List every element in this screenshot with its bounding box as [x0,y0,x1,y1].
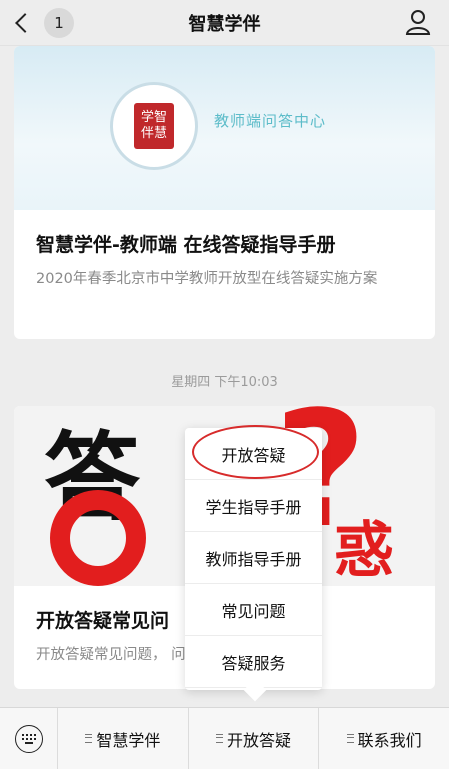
menu-label: 智慧学伴 [96,730,161,750]
menu-contact-us[interactable]: 联系我们 [319,708,449,769]
article-card-teacher-guide[interactable]: 学智伴慧 教师端问答中心 智慧学伴-教师端 在线答疑指导手册 2020年春季北京… [14,46,435,339]
cover-red-ring [50,490,146,586]
message-timestamp: 星期四 下午10:03 [171,375,278,390]
menu-lines-icon [216,734,223,743]
submenu-item-student-guide[interactable]: 学生指导手册 [185,480,322,532]
article-summary: 2020年春季北京市中学教师开放型在线答疑实施方案 [36,271,378,287]
page-title: 智慧学伴 [188,13,261,35]
back-button[interactable]: 1 [10,8,74,38]
bottom-menu-bar: 智慧学伴 开放答疑 联系我们 [0,707,449,769]
user-profile-icon[interactable] [405,9,431,35]
seal-logo: 学智伴慧 [134,103,174,149]
article-cover-image: 学智伴慧 教师端问答中心 [14,46,435,210]
unread-count-badge: 1 [44,8,74,38]
chevron-left-icon [15,13,35,33]
menu-lines-icon [85,734,93,743]
article-title: 智慧学伴-教师端 在线答疑指导手册 [36,234,336,256]
menu-open-qa[interactable]: 开放答疑 [189,708,320,769]
logo-ring: 学智伴慧 [110,82,198,170]
keyboard-icon [14,725,43,753]
highlight-circle-annotation [192,425,319,479]
menu-label: 开放答疑 [227,730,292,750]
cover-red-character: 惑 [334,516,394,586]
top-nav-bar: 1 智慧学伴 [0,0,449,46]
menu-zhihui-xueban[interactable]: 智慧学伴 [58,708,189,769]
submenu-item-faq[interactable]: 常见问题 [185,584,322,636]
keyboard-toggle-button[interactable] [0,708,58,769]
menu-lines-icon [346,734,354,743]
menu-label: 联系我们 [357,730,422,750]
cover-caption: 教师端问答中心 [214,112,327,130]
submenu-item-teacher-guide[interactable]: 教师指导手册 [185,532,322,584]
